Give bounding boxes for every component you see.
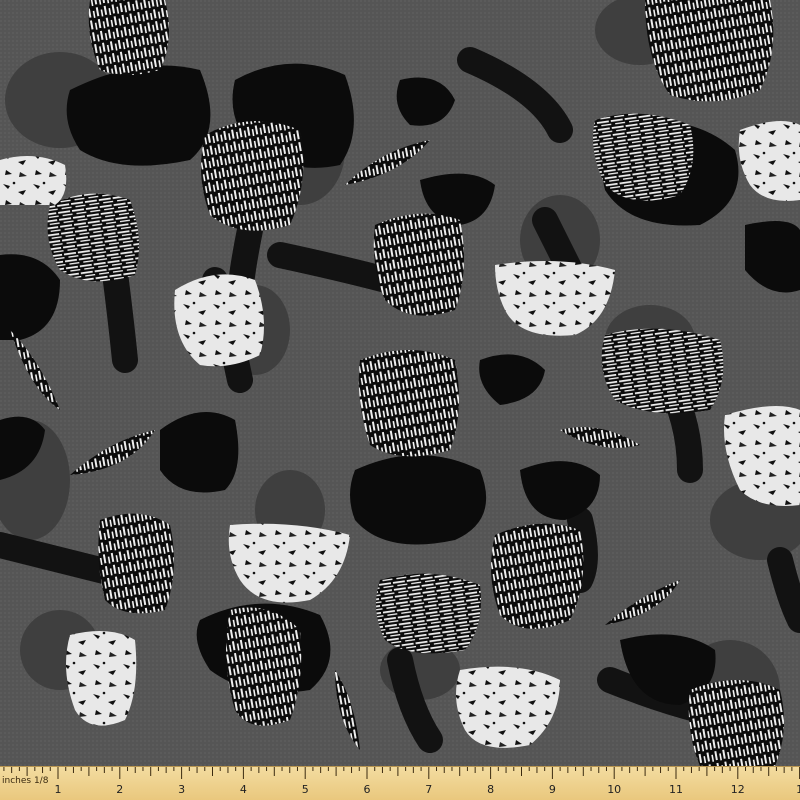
ruler-number: 10 [607,783,621,796]
ruler-number: 11 [669,783,683,796]
ruler-unit-label: inches 1/8 [2,776,49,786]
product-image: 1 2 3 4 5 6 7 8 9 10 11 12 1 inches 1/8 [0,0,800,800]
ruler-number: 8 [487,783,494,796]
mushroom-fabric-pattern [0,0,800,766]
ruler-number: 9 [549,783,556,796]
ruler-number: 6 [364,783,371,796]
ruler-number: 1 [796,783,800,796]
ruler-number: 12 [731,783,745,796]
ruler-number: 5 [302,783,309,796]
ruler-number: 1 [55,783,62,796]
ruler-number: 2 [116,783,123,796]
ruler-number: 7 [425,783,432,796]
ruler-number: 3 [178,783,185,796]
measuring-ruler: 1 2 3 4 5 6 7 8 9 10 11 12 1 inches 1/8 [0,766,800,800]
ruler-number: 4 [240,783,247,796]
ruler-ticks: 1 2 3 4 5 6 7 8 9 10 11 12 1 [3,767,800,796]
